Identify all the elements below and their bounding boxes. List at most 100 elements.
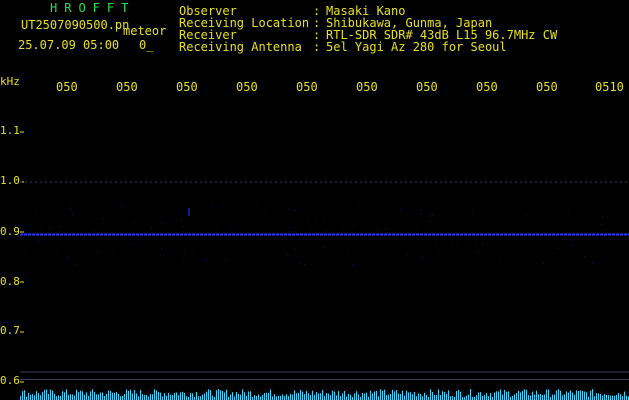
noise-bar bbox=[182, 391, 183, 400]
noise-bar bbox=[362, 393, 363, 400]
noise-bar bbox=[420, 393, 421, 400]
noise-speck bbox=[417, 227, 419, 229]
noise-bar bbox=[220, 390, 221, 400]
noise-bar bbox=[446, 393, 447, 400]
noise-bar bbox=[468, 394, 469, 400]
noise-speck bbox=[131, 243, 133, 245]
noise-speck bbox=[384, 228, 386, 230]
noise-bar bbox=[410, 392, 411, 400]
noise-speck bbox=[320, 207, 322, 209]
noise-bar bbox=[108, 390, 109, 400]
y-tick-label: 1.0 bbox=[0, 174, 20, 187]
noise-bar bbox=[258, 394, 259, 400]
noise-bar bbox=[370, 390, 371, 400]
detector-label: meteor bbox=[123, 24, 167, 38]
noise-speck bbox=[59, 225, 61, 227]
noise-bar bbox=[434, 395, 435, 400]
noise-bar bbox=[582, 391, 583, 400]
noise-bar bbox=[196, 392, 197, 400]
observation-info: Observer : Masaki Kano Receiving Locatio… bbox=[179, 5, 557, 53]
noise-bar bbox=[70, 394, 71, 400]
noise-speck bbox=[71, 214, 73, 216]
file-name: UT2507090500.pn bbox=[21, 18, 130, 32]
noise-bar bbox=[114, 392, 115, 400]
noise-bar bbox=[394, 391, 395, 400]
noise-bar bbox=[588, 396, 589, 400]
noise-speck bbox=[182, 261, 184, 263]
noise-speck bbox=[141, 236, 143, 238]
noise-bar bbox=[388, 394, 389, 400]
noise-bar bbox=[578, 390, 579, 400]
noise-bar bbox=[64, 392, 65, 400]
noise-bar bbox=[374, 391, 375, 400]
y-axis-unit: kHz bbox=[0, 75, 20, 88]
noise-bar bbox=[84, 394, 85, 400]
noise-bar bbox=[344, 390, 345, 400]
noise-bar bbox=[46, 389, 47, 400]
noise-bar bbox=[536, 390, 537, 400]
noise-bar bbox=[178, 395, 179, 400]
noise-bar bbox=[480, 392, 481, 400]
noise-speck bbox=[113, 250, 115, 252]
noise-bar bbox=[148, 396, 149, 400]
noise-speck bbox=[66, 257, 68, 259]
noise-bar bbox=[118, 393, 119, 400]
noise-bar bbox=[122, 395, 123, 400]
noise-bar bbox=[332, 390, 333, 400]
noise-speck bbox=[584, 256, 586, 258]
noise-bar bbox=[414, 391, 415, 400]
noise-bar bbox=[52, 390, 53, 400]
noise-bar bbox=[198, 396, 199, 400]
noise-bar bbox=[358, 394, 359, 400]
noise-bar bbox=[222, 390, 223, 400]
noise-bar bbox=[586, 392, 587, 400]
noise-speck bbox=[450, 246, 452, 248]
noise-bar bbox=[100, 392, 101, 400]
noise-bar bbox=[438, 389, 439, 400]
noise-speck bbox=[165, 257, 167, 259]
noise-bar bbox=[476, 395, 477, 400]
noise-bar bbox=[404, 395, 405, 400]
noise-bar bbox=[538, 394, 539, 400]
noise-bar bbox=[562, 395, 563, 400]
noise-bar bbox=[382, 390, 383, 400]
noise-speck bbox=[351, 263, 353, 265]
noise-bar bbox=[224, 392, 225, 400]
noise-bar bbox=[336, 395, 337, 400]
noise-bar bbox=[600, 393, 601, 400]
noise-speck bbox=[434, 243, 436, 245]
noise-bar bbox=[226, 389, 227, 400]
noise-speck bbox=[378, 229, 380, 231]
noise-bar bbox=[500, 389, 501, 400]
noise-speck bbox=[70, 208, 72, 210]
noise-bar bbox=[232, 392, 233, 400]
noise-bar bbox=[614, 395, 615, 400]
noise-bar bbox=[296, 393, 297, 400]
noise-bar bbox=[308, 393, 309, 400]
noise-bar bbox=[596, 393, 597, 400]
noise-speck bbox=[184, 250, 186, 252]
noise-speck bbox=[353, 224, 355, 226]
date-time: 25.07.09 05:00 bbox=[18, 38, 120, 52]
noise-bar bbox=[448, 390, 449, 400]
noise-speck bbox=[37, 240, 39, 242]
noise-bar bbox=[250, 391, 251, 400]
noise-speck bbox=[289, 234, 291, 236]
noise-bar bbox=[514, 394, 515, 400]
noise-speck bbox=[264, 235, 266, 237]
noise-bar bbox=[610, 395, 611, 400]
noise-bar bbox=[218, 389, 219, 400]
noise-bar bbox=[190, 393, 191, 400]
noise-bar bbox=[256, 396, 257, 400]
noise-bar bbox=[274, 394, 275, 400]
noise-bar bbox=[546, 389, 547, 400]
noise-bar bbox=[150, 394, 151, 400]
spectrogram-plot bbox=[20, 131, 629, 400]
noise-bar bbox=[28, 392, 29, 400]
noise-bar bbox=[54, 393, 55, 400]
noise-bar bbox=[136, 393, 137, 400]
noise-bar bbox=[248, 391, 249, 400]
noise-bar bbox=[88, 395, 89, 400]
noise-bar bbox=[102, 392, 103, 400]
noise-bar bbox=[496, 391, 497, 400]
